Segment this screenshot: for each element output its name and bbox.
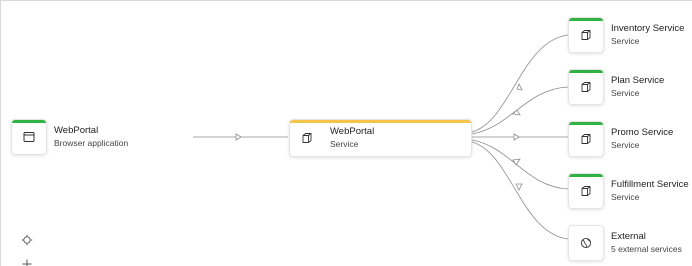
node-icon-box — [290, 121, 324, 155]
zoom-in-button[interactable] — [16, 253, 38, 266]
node-label: Fulfillment Service Service — [611, 178, 689, 204]
crosshair-icon — [21, 234, 33, 246]
cube-icon — [302, 133, 312, 143]
node-subtitle: Service — [611, 88, 640, 98]
node-subtitle: Browser application — [54, 138, 129, 148]
node-icon-box — [569, 70, 603, 104]
node-fulfillment-service[interactable]: Fulfillment Service Service — [569, 173, 689, 209]
edge-arrow-promo — [513, 133, 520, 141]
edge-arrow-external — [515, 183, 523, 191]
node-subtitle: 5 external services — [611, 244, 682, 254]
node-webportal-browser[interactable]: WebPortal Browser application — [12, 119, 128, 155]
cube-icon — [581, 134, 591, 144]
cube-icon — [581, 30, 591, 40]
node-subtitle: Service — [330, 139, 359, 149]
edge-to-plan — [471, 86, 569, 135]
edge-arrow-plan — [512, 109, 521, 116]
node-label: WebPortal Browser application — [54, 124, 128, 150]
edge-arrow-fulfillment — [512, 158, 521, 166]
node-title: Inventory Service — [611, 23, 685, 34]
node-subtitle: Service — [611, 192, 640, 202]
node-label: Promo Service Service — [611, 126, 673, 152]
fit-view-button[interactable] — [16, 229, 38, 251]
node-promo-service[interactable]: Promo Service Service — [569, 121, 673, 157]
node-icon-box — [569, 122, 603, 156]
node-label: Inventory Service Service — [611, 22, 684, 48]
node-title: Promo Service — [611, 127, 674, 138]
edge-arrow-source — [235, 133, 242, 141]
cube-icon — [581, 186, 591, 196]
node-subtitle: Service — [611, 140, 640, 150]
browser-window-icon — [23, 132, 35, 142]
edge-to-fulfillment — [471, 139, 569, 190]
cube-icon — [581, 82, 591, 92]
node-label: WebPortal Service — [330, 125, 374, 151]
node-icon-box — [569, 18, 603, 52]
node-title: WebPortal — [54, 125, 99, 136]
plus-icon — [22, 259, 32, 266]
node-title: Fulfillment Service — [611, 179, 689, 190]
node-plan-service[interactable]: Plan Service Service — [569, 69, 664, 105]
node-label: Plan Service Service — [611, 74, 664, 100]
node-title: External — [611, 231, 646, 242]
globe-icon — [580, 237, 592, 249]
node-icon-box — [12, 120, 46, 154]
edge-to-external — [471, 141, 569, 240]
node-icon-box — [569, 174, 603, 208]
edge-arrow-inventory — [516, 83, 523, 91]
node-webportal-service[interactable]: WebPortal Service — [290, 120, 471, 156]
edge-to-inventory — [471, 34, 569, 133]
node-icon-box — [569, 226, 603, 260]
node-title: WebPortal — [330, 126, 375, 137]
node-subtitle: Service — [611, 36, 640, 46]
dependency-graph-canvas[interactable]: WebPortal Browser application WebPortal … — [0, 0, 692, 266]
node-label: External 5 external services — [611, 230, 682, 256]
node-inventory-service[interactable]: Inventory Service Service — [569, 17, 684, 53]
node-external-services[interactable]: External 5 external services — [569, 225, 682, 261]
node-title: Plan Service — [611, 75, 665, 86]
